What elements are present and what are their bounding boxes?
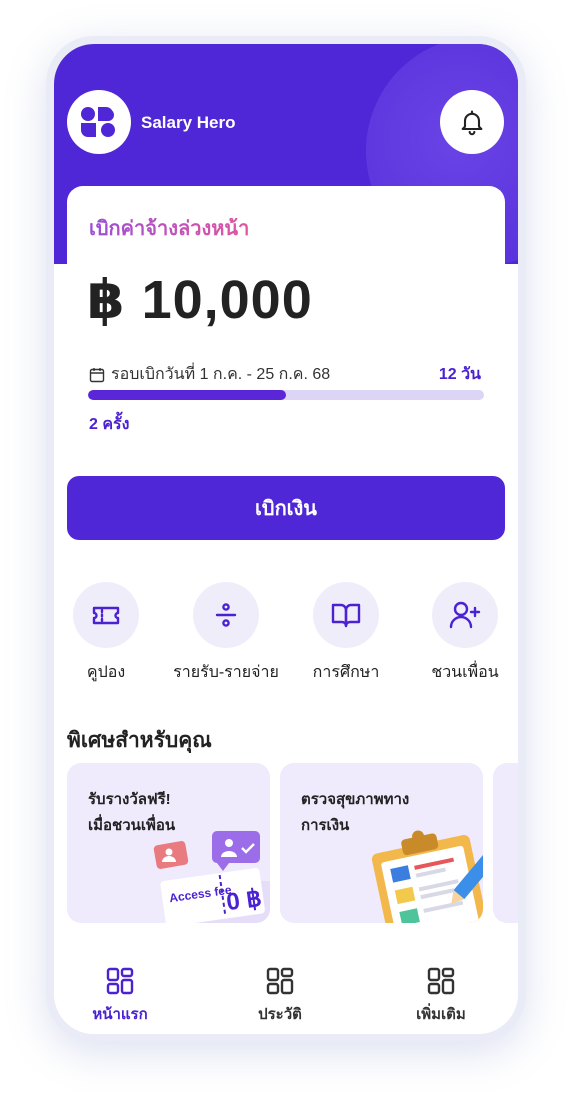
salary-hero-logo-icon	[67, 90, 131, 154]
referral-illustration-icon: Access fee 0 ฿	[153, 831, 270, 923]
home-grid-icon	[106, 967, 134, 995]
bottom-navigation: หน้าแรก ประวัติ เพิ่มเติม	[54, 954, 518, 1034]
brand-name: Salary Hero	[141, 113, 236, 132]
action-coupon[interactable]: คูปอง	[54, 582, 166, 685]
nav-more[interactable]: เพิ่มเติม	[381, 966, 501, 1026]
days-remaining: 12 วัน	[438, 366, 481, 383]
withdraw-period: รอบเบิกวันที่ 1 ก.ค. - 25 ก.ค. 68	[89, 362, 330, 387]
history-grid-icon	[266, 967, 294, 995]
salary-advance-card: เบิกค่าจ้างล่วงหน้า ฿ 10,000 รอบเบิกวันท…	[67, 186, 505, 486]
available-amount: ฿ 10,000	[87, 270, 313, 330]
app-screen: Salary Hero เบิกค่าจ้างล่วงหน้า ฿ 10,000…	[54, 44, 518, 1034]
progress-fill	[88, 390, 286, 400]
add-user-icon	[449, 601, 481, 629]
action-label: รายรับ-รายจ่าย	[173, 664, 279, 681]
period-label: รอบเบิกวันที่ 1 ก.ค. - 25 ก.ค. 68	[111, 366, 331, 383]
add-user-icon-circle	[432, 582, 498, 648]
action-invite-friend[interactable]: ชวนเพื่อน	[405, 582, 518, 685]
coupon-icon	[92, 606, 120, 625]
promotions-title: พิเศษสำหรับคุณ	[67, 729, 212, 752]
divide-icon	[215, 603, 237, 627]
card-title: เบิกค่าจ้างล่วงหน้า	[89, 212, 249, 244]
calendar-icon	[89, 367, 105, 382]
action-label: ชวนเพื่อน	[431, 664, 499, 681]
nav-home[interactable]: หน้าแรก	[60, 966, 180, 1026]
nav-history[interactable]: ประวัติ	[220, 966, 340, 1026]
more-grid-icon	[427, 967, 455, 995]
nav-label: หน้าแรก	[92, 1006, 148, 1023]
coupon-icon-circle	[73, 582, 139, 648]
book-icon-circle	[313, 582, 379, 648]
period-progress-bar	[88, 390, 484, 400]
promo-card-financial-health[interactable]: ตรวจสุขภาพทาง การเงิน	[280, 763, 483, 923]
action-label: การศึกษา	[312, 664, 380, 681]
divide-icon-circle	[193, 582, 259, 648]
withdraw-count: 2 ครั้ง	[89, 416, 130, 433]
action-income-expense[interactable]: รายรับ-รายจ่าย	[166, 582, 286, 685]
action-label: คูปอง	[86, 664, 126, 681]
bell-icon	[461, 110, 483, 136]
nav-label: เพิ่มเติม	[416, 1006, 466, 1023]
clipboard-illustration-icon	[371, 830, 483, 923]
action-education[interactable]: การศึกษา	[286, 582, 406, 685]
notification-button[interactable]	[440, 90, 504, 154]
ticket-amount: 0 ฿	[225, 885, 264, 917]
withdraw-button[interactable]: เบิกเงิน	[67, 476, 505, 540]
nav-label: ประวัติ	[258, 1006, 302, 1023]
book-icon	[331, 603, 361, 628]
promo-card-referral[interactable]: รับรางวัลฟรี! เมื่อชวนเพื่อน Access fee …	[67, 763, 270, 923]
promo-card-partial[interactable]	[493, 763, 518, 923]
